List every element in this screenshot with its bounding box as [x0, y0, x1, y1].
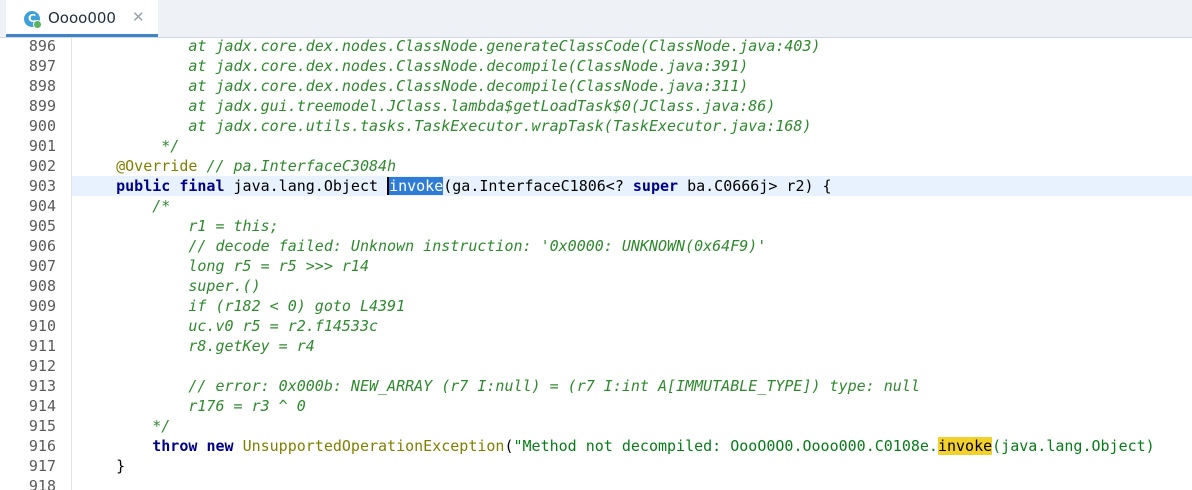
line-number: 898 — [28, 77, 56, 95]
annotation: UnsupportedOperationException — [242, 437, 505, 455]
comment-text: at jadx.gui.treemodel.JClass.lambda$getL… — [80, 97, 776, 115]
line-number-gutter: 896 897 898 899 900 901 902 903 904 905 906 907 908 9… — [0, 38, 72, 490]
line-number: 913 — [28, 377, 56, 395]
line-number: 915 — [28, 417, 56, 435]
comment-text: uc.v0 r5 = r2.f14533c — [80, 317, 379, 335]
class-status-dot-icon — [33, 20, 42, 29]
comment-text: */ — [80, 137, 180, 155]
comment-text: */ — [80, 417, 171, 435]
line-number: 912 — [28, 357, 56, 375]
code-line[interactable]: at jadx.core.dex.nodes.ClassNode.generat… — [72, 38, 1192, 56]
line-number: 906 — [28, 237, 56, 255]
string-literal: "Method not decompiled: OooO0O0.Oooo000.… — [513, 437, 938, 455]
code-line[interactable]: at jadx.core.dex.nodes.ClassNode.decompi… — [72, 76, 1192, 96]
code-line[interactable]: // decode failed: Unknown instruction: '… — [72, 236, 1192, 256]
line-number: 918 — [28, 477, 56, 490]
line-number: 897 — [28, 57, 56, 75]
code-line[interactable]: // error: 0x000b: NEW_ARRAY (r7 I:null) … — [72, 376, 1192, 396]
code-line[interactable]: */ — [72, 136, 1192, 156]
comment-text: at jadx.core.dex.nodes.ClassNode.generat… — [80, 38, 821, 55]
comment-text: r176 = r3 ^ 0 — [80, 397, 306, 415]
line-number: 896 — [28, 38, 56, 55]
comment-text: // pa.InterfaceC3084h — [206, 157, 397, 175]
code-line[interactable]: /* — [72, 196, 1192, 216]
code-line-current[interactable]: public final java.lang.Object invoke(ga.… — [72, 176, 1192, 196]
line-number: 914 — [28, 397, 56, 415]
line-number: 917 — [28, 457, 56, 475]
close-icon[interactable]: ✕ — [132, 8, 145, 26]
code-text: } — [80, 457, 126, 475]
comment-text: at jadx.core.dex.nodes.ClassNode.decompi… — [80, 77, 749, 95]
line-number: 916 — [28, 437, 56, 455]
comment-text: r1 = this; — [80, 217, 279, 235]
keyword: final — [179, 177, 225, 195]
code-editor[interactable]: 896 897 898 899 900 901 902 903 904 905 906 907 908 9… — [0, 38, 1192, 490]
code-text: ba.C0666j> r2) { — [678, 177, 832, 195]
code-line[interactable]: at jadx.core.utils.tasks.TaskExecutor.wr… — [72, 116, 1192, 136]
code-line[interactable]: throw new UnsupportedOperationException(… — [72, 436, 1192, 456]
comment-text: super.() — [80, 277, 261, 295]
line-number: 904 — [28, 197, 56, 215]
comment-text: if (r182 < 0) goto L4391 — [80, 297, 406, 315]
comment-text: // error: 0x000b: NEW_ARRAY (r7 I:null) … — [80, 377, 920, 395]
line-number: 901 — [28, 137, 56, 155]
code-line[interactable]: r8.getKey = r4 — [72, 336, 1192, 356]
class-file-icon: C — [24, 11, 42, 29]
keyword: public — [116, 177, 171, 195]
annotation: @Override — [116, 157, 198, 175]
highlighted-occurrence: invoke — [937, 437, 993, 455]
editor-tab-bar: C Oooo000 ✕ — [0, 0, 1192, 38]
comment-text: at jadx.core.utils.tasks.TaskExecutor.wr… — [80, 117, 812, 135]
string-literal: (java.lang.Object) — [992, 437, 1155, 455]
code-line[interactable] — [72, 356, 1192, 376]
line-number: 902 — [28, 157, 56, 175]
line-number: 903 — [28, 177, 56, 195]
tab-title: Oooo000 — [48, 9, 116, 27]
comment-text: /* — [80, 197, 171, 215]
line-number: 905 — [28, 217, 56, 235]
code-line[interactable]: } — [72, 456, 1192, 476]
code-line[interactable] — [72, 476, 1192, 490]
code-text: ( — [504, 437, 514, 455]
code-line[interactable]: uc.v0 r5 = r2.f14533c — [72, 316, 1192, 336]
code-line[interactable]: r1 = this; — [72, 216, 1192, 236]
line-number: 908 — [28, 277, 56, 295]
tab-oooo000[interactable]: C Oooo000 ✕ — [6, 0, 158, 37]
keyword: new — [206, 437, 234, 455]
code-text: (ga.InterfaceC1806<? — [443, 177, 633, 195]
comment-text: r8.getKey = r4 — [80, 337, 315, 355]
keyword: super — [632, 177, 679, 195]
line-number: 900 — [28, 117, 56, 135]
code-line[interactable]: at jadx.core.dex.nodes.ClassNode.decompi… — [72, 56, 1192, 76]
code-text: java.lang.Object — [224, 177, 388, 195]
code-line[interactable]: long r5 = r5 >>> r14 — [72, 256, 1192, 276]
code-line[interactable]: at jadx.gui.treemodel.JClass.lambda$getL… — [72, 96, 1192, 116]
line-number: 909 — [28, 297, 56, 315]
code-line[interactable]: super.() — [72, 276, 1192, 296]
selected-identifier: invoke — [387, 177, 444, 195]
line-number: 899 — [28, 97, 56, 115]
code-line[interactable]: @Override // pa.InterfaceC3084h — [72, 156, 1192, 176]
code-area[interactable]: at jadx.core.dex.nodes.ClassNode.generat… — [72, 38, 1192, 490]
comment-text: long r5 = r5 >>> r14 — [80, 257, 369, 275]
line-number: 907 — [28, 257, 56, 275]
comment-text: at jadx.core.dex.nodes.ClassNode.decompi… — [80, 57, 749, 75]
comment-text: // decode failed: Unknown instruction: '… — [80, 237, 767, 255]
line-number: 910 — [28, 317, 56, 335]
code-line[interactable]: */ — [72, 416, 1192, 436]
code-line[interactable]: if (r182 < 0) goto L4391 — [72, 296, 1192, 316]
line-number: 911 — [28, 337, 56, 355]
code-line[interactable]: r176 = r3 ^ 0 — [72, 396, 1192, 416]
keyword: throw — [152, 437, 198, 455]
